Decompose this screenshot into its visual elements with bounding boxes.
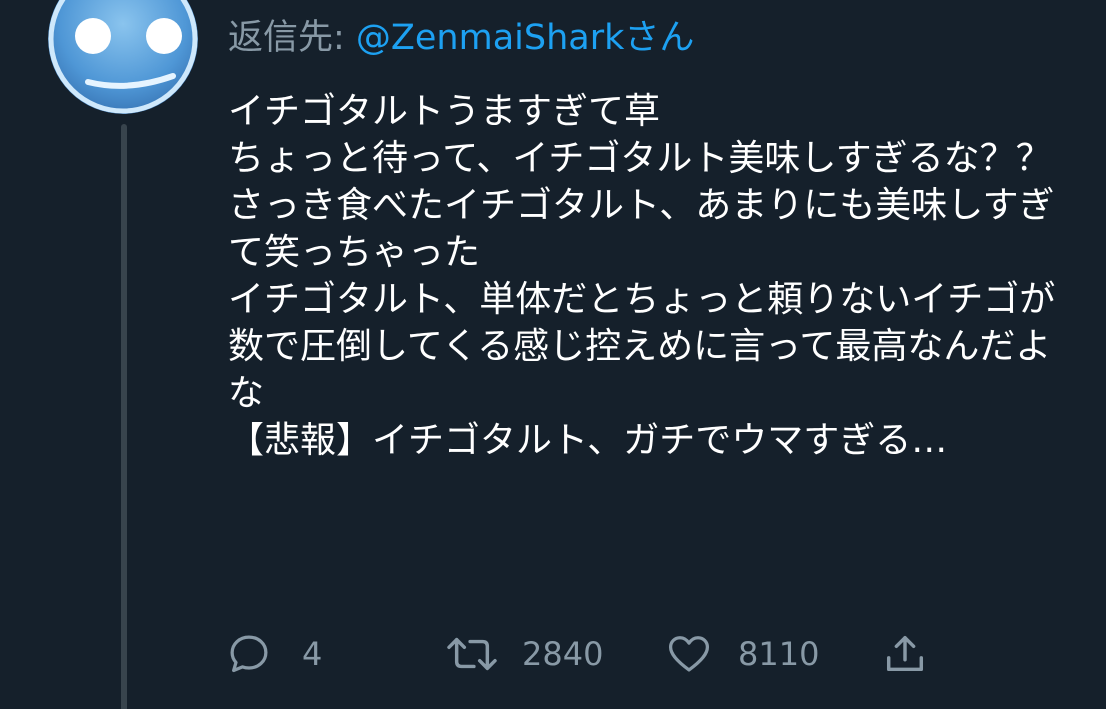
like-button[interactable]: 8110 [666,626,819,682]
retweet-arrows-icon [447,637,497,671]
reply-handle-link[interactable]: @ZenmaiShark [356,18,624,58]
retweet-count: 2840 [522,635,604,673]
avatar-face-image [48,0,198,114]
share-upload-icon [886,635,924,672]
reply-button[interactable]: 4 [226,626,322,682]
heart-outline-icon [668,636,710,672]
tweet-reply-view: 返信先: @ZenmaiSharkさん イチゴタルトうますぎて草 ちょっと待って… [0,0,1106,709]
retweet-button[interactable]: 2840 [444,626,603,682]
replying-to-line: 返信先: @ZenmaiSharkさん [228,14,694,62]
share-button[interactable] [882,626,928,682]
thread-line [121,124,127,709]
speech-bubble-icon [230,635,268,673]
user-avatar[interactable] [48,0,198,114]
tweet-text: イチゴタルトうますぎて草 ちょっと待って、イチゴタルト美味しすぎるな？？ さっき… [228,91,1056,461]
tweet-action-bar: 4 2840 8110 [226,626,946,682]
reply-suffix: さん [624,18,695,58]
like-count: 8110 [738,635,820,673]
reply-count: 4 [302,635,323,673]
reply-prefix: 返信先: [228,18,356,58]
